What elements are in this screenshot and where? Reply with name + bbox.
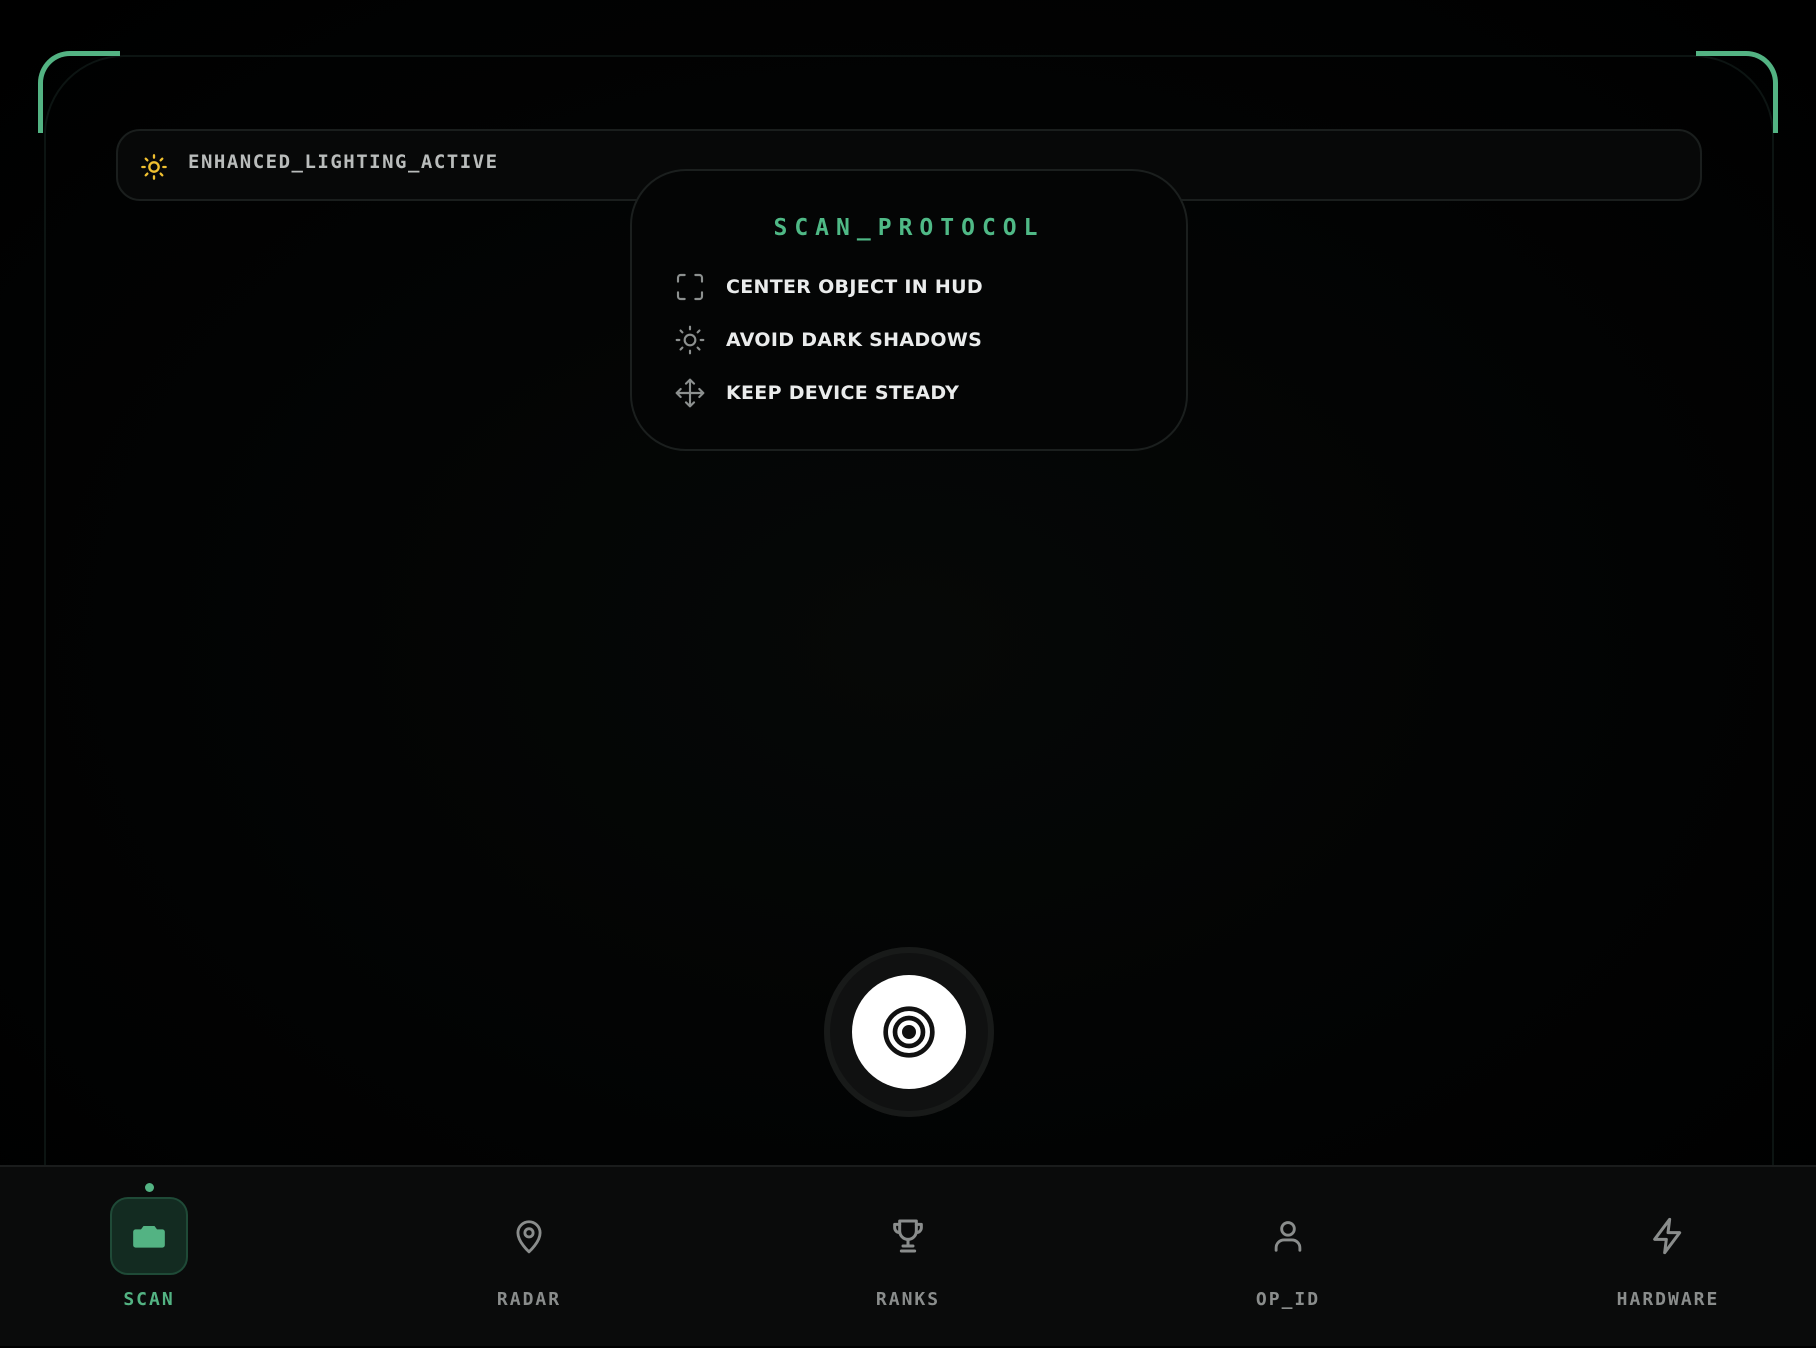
- sun-icon: [675, 325, 705, 355]
- hud-corner-top-left: [38, 51, 120, 133]
- sun-icon: [141, 154, 167, 180]
- hud-corner-top-right: [1696, 51, 1778, 133]
- nav-label: HARDWARE: [1616, 1289, 1720, 1310]
- nav-label: SCAN: [123, 1289, 175, 1310]
- nav-label: OP_ID: [1255, 1289, 1321, 1310]
- nav-item-radar[interactable]: RADAR: [449, 1167, 609, 1348]
- scan-protocol-card: SCAN_PROTOCOL CENTER OBJECT IN HUD AVOID…: [630, 169, 1188, 451]
- protocol-step: AVOID DARK SHADOWS: [674, 322, 982, 358]
- protocol-step: CENTER OBJECT IN HUD: [674, 269, 983, 305]
- lightning-icon: [1653, 1217, 1682, 1255]
- nav-item-hardware[interactable]: HARDWARE: [1588, 1167, 1748, 1348]
- focus-frame-icon: [676, 273, 704, 301]
- nav-item-ranks[interactable]: RANKS: [828, 1167, 988, 1348]
- active-indicator-dot: [144, 1183, 154, 1192]
- shutter-inner[interactable]: [852, 975, 966, 1089]
- nav-icon-box[interactable]: [490, 1197, 568, 1275]
- nav-label: RANKS: [875, 1289, 941, 1310]
- protocol-step-text: AVOID DARK SHADOWS: [726, 329, 983, 351]
- trophy-icon: [893, 1219, 923, 1253]
- protocol-step-text: CENTER OBJECT IN HUD: [726, 276, 983, 298]
- protocol-step-text: KEEP DEVICE STEADY: [726, 382, 960, 404]
- nav-label: RADAR: [496, 1289, 562, 1310]
- nav-icon-box[interactable]: [1249, 1197, 1327, 1275]
- protocol-title: SCAN_PROTOCOL: [773, 215, 1045, 241]
- nav-item-op-id[interactable]: OP_ID: [1208, 1167, 1368, 1348]
- protocol-step: KEEP DEVICE STEADY: [674, 375, 959, 411]
- nav-icon-box[interactable]: [869, 1197, 947, 1275]
- target-icon: [883, 1006, 935, 1058]
- nav-icon-box[interactable]: [1629, 1197, 1707, 1275]
- shutter-button[interactable]: [824, 947, 994, 1117]
- move-icon: [675, 378, 705, 408]
- map-pin-icon: [516, 1220, 542, 1254]
- user-icon: [1274, 1221, 1302, 1252]
- bottom-nav: SCAN RADAR RANKS OP_ID HARDWARE: [0, 1165, 1816, 1346]
- nav-icon-box[interactable]: [110, 1197, 188, 1275]
- camera-viewport: ENHANCED_LIGHTING_ACTIVE SCAN_PROTOCOL C…: [0, 0, 1816, 1165]
- status-text: ENHANCED_LIGHTING_ACTIVE: [188, 151, 499, 173]
- camera-icon: [133, 1226, 165, 1248]
- nav-item-scan[interactable]: SCAN: [69, 1167, 229, 1348]
